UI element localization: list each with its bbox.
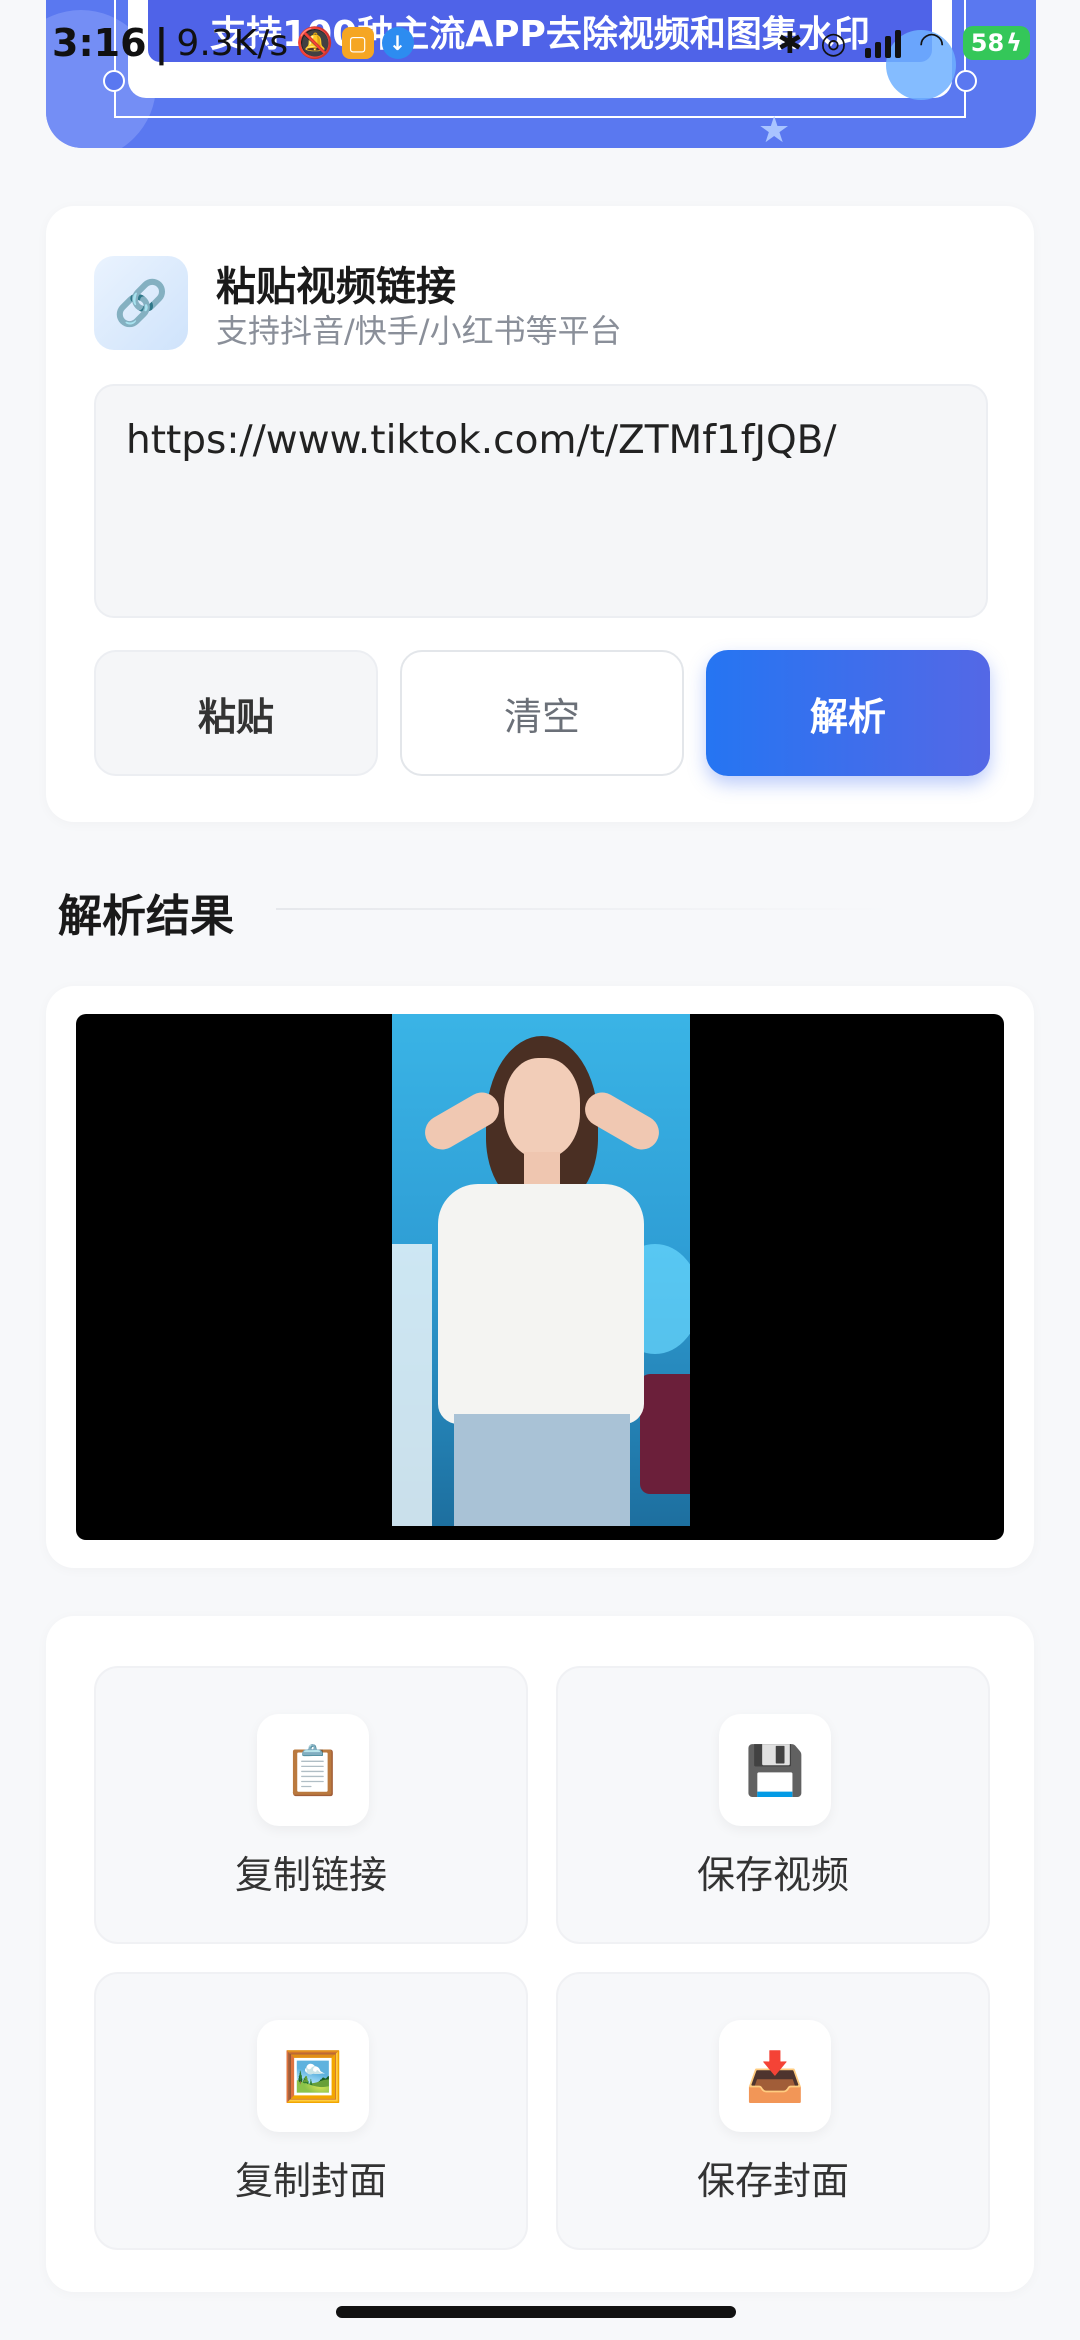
clipboard-icon: 📋 <box>257 1714 369 1826</box>
link-icon: 🔗 <box>94 256 188 350</box>
star-icon: ★ <box>758 110 791 148</box>
video-face <box>504 1058 580 1158</box>
url-input[interactable]: https://www.tiktok.com/t/ZTMf1fJQB/ <box>94 384 988 618</box>
copy-cover-button[interactable]: 🖼️ 复制封面 <box>94 1972 528 2250</box>
copy-link-button[interactable]: 📋 复制链接 <box>94 1666 528 1944</box>
floppy-disk-icon: 💾 <box>719 1714 831 1826</box>
save-cover-label: 保存封面 <box>696 2159 849 2203</box>
copy-link-label: 复制链接 <box>234 1853 387 1897</box>
bluetooth-icon: ✱ <box>777 25 803 61</box>
status-divider: | <box>154 21 169 65</box>
download-icon: ↓ <box>381 27 414 59</box>
nfc-icon: ◎ <box>820 25 847 61</box>
signal-icon <box>864 28 901 58</box>
section-divider <box>276 908 896 910</box>
battery-level: 58 <box>970 29 1005 57</box>
mute-icon: 🔕 <box>296 25 334 61</box>
paste-button[interactable]: 粘贴 <box>94 650 378 776</box>
copy-cover-label: 复制封面 <box>234 2159 387 2203</box>
video-chair <box>640 1374 690 1494</box>
url-input-value: https://www.tiktok.com/t/ZTMf1fJQB/ <box>126 418 837 463</box>
video-jeans <box>454 1414 630 1526</box>
status-right: ✱ ◎ ◠ 58 ϟ <box>777 26 1030 61</box>
save-video-label: 保存视频 <box>696 1853 849 1897</box>
result-section-title: 解析结果 <box>58 891 234 942</box>
parse-button[interactable]: 解析 <box>706 650 990 776</box>
inbox-download-icon: 📥 <box>719 2020 831 2132</box>
card-subtitle: 支持抖音/快手/小红书等平台 <box>216 312 622 350</box>
video-result-card <box>46 986 1034 1568</box>
notification-app-icon: ▢ <box>341 27 374 59</box>
picture-icon: 🖼️ <box>257 2020 369 2132</box>
video-shirt <box>438 1184 644 1424</box>
status-left: 3:16 | 9.3K/s 🔕 ▢ ↓ <box>52 21 414 65</box>
video-door <box>392 1244 432 1526</box>
save-video-button[interactable]: 💾 保存视频 <box>556 1666 990 1944</box>
card-title: 粘贴视频链接 <box>216 264 456 310</box>
wifi-icon: ◠ <box>918 25 945 61</box>
charging-icon: ϟ <box>1006 29 1022 57</box>
status-bar: 3:16 | 9.3K/s 🔕 ▢ ↓ ✱ ◎ ◠ 58 ϟ <box>0 0 1080 86</box>
link-input-card: 🔗 粘贴视频链接 支持抖音/快手/小红书等平台 https://www.tikt… <box>46 206 1034 822</box>
clear-button[interactable]: 清空 <box>400 650 684 776</box>
battery-indicator: 58 ϟ <box>962 26 1030 60</box>
video-thumbnail <box>392 1014 690 1526</box>
video-player[interactable] <box>76 1014 1004 1540</box>
save-cover-button[interactable]: 📥 保存封面 <box>556 1972 990 2250</box>
actions-card: 📋 复制链接 💾 保存视频 🖼️ 复制封面 📥 保存封面 <box>46 1616 1034 2292</box>
home-indicator[interactable] <box>336 2306 736 2318</box>
status-time: 3:16 <box>52 21 147 65</box>
network-speed: 9.3K/s <box>176 22 289 64</box>
